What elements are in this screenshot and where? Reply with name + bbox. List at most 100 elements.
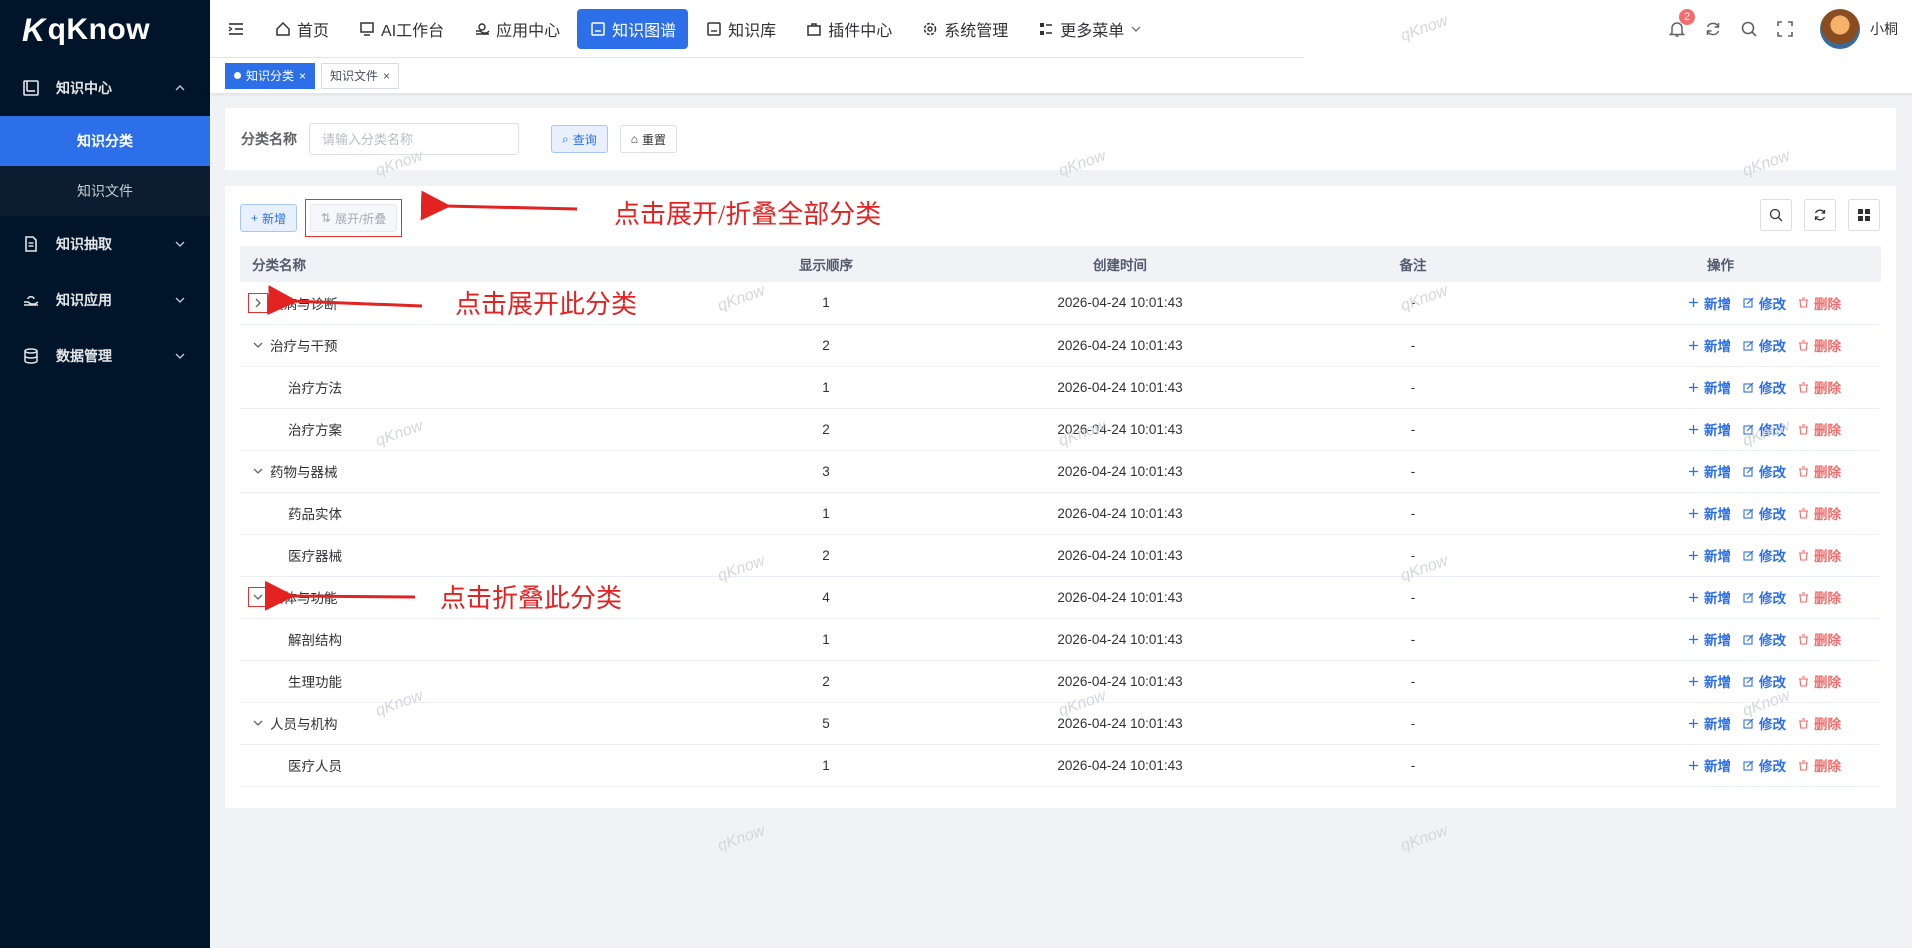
nav-tab-app-center[interactable]: 应用中心 xyxy=(461,9,572,49)
row-delete-button[interactable]: 删除 xyxy=(1798,419,1841,439)
row-delete-button[interactable]: 删除 xyxy=(1798,293,1841,313)
nav-tab-label: 首页 xyxy=(297,23,330,40)
row-edit-button[interactable]: 修改 xyxy=(1743,755,1786,775)
row-delete-button[interactable]: 删除 xyxy=(1798,587,1841,607)
cell-category-name: 生理功能 xyxy=(240,660,678,703)
row-delete-button[interactable]: 删除 xyxy=(1798,713,1841,733)
row-add-button[interactable]: 新增 xyxy=(1688,671,1731,691)
table-right-tools xyxy=(1748,199,1880,231)
add-button[interactable]: + 新增 xyxy=(240,204,298,232)
row-delete-button[interactable]: 删除 xyxy=(1798,629,1841,649)
database-icon xyxy=(20,345,42,367)
row-edit-button[interactable]: 修改 xyxy=(1743,419,1786,439)
row-edit-button[interactable]: 修改 xyxy=(1743,293,1786,313)
chevron-down-icon[interactable] xyxy=(248,335,268,355)
user-name[interactable]: 小桐 xyxy=(1870,19,1898,39)
cell-category-name: 医疗器械 xyxy=(240,534,678,577)
row-edit-button[interactable]: 修改 xyxy=(1743,377,1786,397)
nav-tab-home[interactable]: 首页 xyxy=(262,9,341,49)
refresh-table-button[interactable] xyxy=(1804,199,1836,231)
row-delete-button[interactable]: 删除 xyxy=(1798,503,1841,523)
table-panel: + 新增 ⇅ 展开/折叠 分类名称 显示顺序 创建时间 备注 操作 疾病与诊断 … xyxy=(225,186,1896,808)
row-edit-button[interactable]: 修改 xyxy=(1743,545,1786,565)
row-add-button[interactable]: 新增 xyxy=(1688,545,1731,565)
plus-icon xyxy=(1688,592,1699,603)
row-add-button[interactable]: 新增 xyxy=(1688,419,1731,439)
plus-icon xyxy=(1688,634,1699,645)
search-icon[interactable] xyxy=(1738,18,1760,40)
row-edit-button[interactable]: 修改 xyxy=(1743,461,1786,481)
plus-icon xyxy=(1688,676,1699,687)
row-add-button[interactable]: 新增 xyxy=(1688,503,1731,523)
category-name: 医疗人员 xyxy=(288,759,342,774)
row-edit-button[interactable]: 修改 xyxy=(1743,713,1786,733)
row-delete-button[interactable]: 删除 xyxy=(1798,755,1841,775)
edit-icon xyxy=(1743,760,1754,771)
row-delete-button[interactable]: 删除 xyxy=(1798,461,1841,481)
row-add-button[interactable]: 新增 xyxy=(1688,713,1731,733)
table-row: 医疗人员 1 2026-04-24 10:01:43- 新增 修改 删除 xyxy=(240,744,1881,787)
column-settings-button[interactable] xyxy=(1848,199,1880,231)
close-icon[interactable]: × xyxy=(299,69,306,83)
cell-actions: 新增 修改 删除 xyxy=(1560,660,1881,703)
nav-tab-knowledge-graph[interactable]: 知识图谱 xyxy=(577,9,689,49)
row-add-button[interactable]: 新增 xyxy=(1688,335,1731,355)
nav-tab-label: 知识图谱 xyxy=(612,23,677,40)
cell-display-order: 4 xyxy=(678,576,974,619)
row-edit-button[interactable]: 修改 xyxy=(1743,587,1786,607)
row-add-button[interactable]: 新增 xyxy=(1688,755,1731,775)
nav-tab-more-menu[interactable]: 更多菜单 xyxy=(1025,9,1154,49)
expand-collapse-button[interactable]: ⇅ 展开/折叠 xyxy=(310,204,398,232)
logo[interactable]: K qKnow xyxy=(0,0,210,60)
row-edit-button[interactable]: 修改 xyxy=(1743,335,1786,355)
sidebar-group-knowledge-application[interactable]: 知识应用 xyxy=(0,272,210,328)
reset-button[interactable]: ⌂ 重置 xyxy=(619,125,678,153)
bell-icon[interactable]: 2 xyxy=(1666,9,1695,40)
avatar[interactable] xyxy=(1820,9,1860,49)
close-icon[interactable]: × xyxy=(383,69,390,83)
nav-tab-system-management[interactable]: 系统管理 xyxy=(909,9,1020,49)
sidebar-group-knowledge-center[interactable]: 知识中心 xyxy=(0,60,210,116)
chevron-down-icon[interactable] xyxy=(248,713,268,733)
row-edit-button[interactable]: 修改 xyxy=(1743,629,1786,649)
cell-created-time: 2026-04-24 10:01:43 xyxy=(974,450,1266,493)
row-delete-button[interactable]: 删除 xyxy=(1798,671,1841,691)
sidebar-toggle-icon[interactable] xyxy=(224,17,248,41)
toggle-search-button[interactable] xyxy=(1760,199,1792,231)
chevron-right-icon[interactable] xyxy=(248,292,268,313)
row-add-button[interactable]: 新增 xyxy=(1688,587,1731,607)
nav-tab-ai-workbench[interactable]: AI工作台 xyxy=(346,9,456,49)
row-add-button[interactable]: 新增 xyxy=(1688,377,1731,397)
header-tools: 2 小桐 xyxy=(1666,0,1912,58)
tag-knowledge-category[interactable]: 知识分类 × xyxy=(225,62,316,89)
edit-icon xyxy=(1743,297,1754,308)
cell-remark: - xyxy=(1266,282,1560,325)
row-delete-button[interactable]: 删除 xyxy=(1798,545,1841,565)
row-add-button[interactable]: 新增 xyxy=(1688,293,1731,313)
query-button[interactable]: ⌕ 查询 xyxy=(551,125,608,153)
nav-tab-plugin-center[interactable]: 插件中心 xyxy=(793,9,904,49)
tag-knowledge-file[interactable]: 知识文件 × xyxy=(321,62,400,89)
row-delete-button[interactable]: 删除 xyxy=(1798,335,1841,355)
sidebar-item-knowledge-category[interactable]: 知识分类 xyxy=(0,116,210,166)
row-delete-button[interactable]: 删除 xyxy=(1798,377,1841,397)
brand-name: qKnow xyxy=(47,13,151,46)
header-created-time: 创建时间 xyxy=(974,246,1266,282)
refresh-icon[interactable] xyxy=(1702,18,1724,40)
sidebar-item-knowledge-file[interactable]: 知识文件 xyxy=(0,166,210,216)
cell-display-order: 1 xyxy=(678,282,974,325)
nav-tab-knowledge-base[interactable]: 知识库 xyxy=(693,9,788,49)
reset-icon: ⌂ xyxy=(630,132,638,146)
plus-icon xyxy=(1688,382,1699,393)
sidebar-group-data-management[interactable]: 数据管理 xyxy=(0,328,210,384)
fullscreen-icon[interactable] xyxy=(1774,18,1796,40)
category-name-input[interactable] xyxy=(309,123,519,155)
chevron-down-icon[interactable] xyxy=(248,587,268,607)
row-edit-button[interactable]: 修改 xyxy=(1743,671,1786,691)
row-add-button[interactable]: 新增 xyxy=(1688,461,1731,481)
row-edit-button[interactable]: 修改 xyxy=(1743,503,1786,523)
row-add-button[interactable]: 新增 xyxy=(1688,629,1731,649)
chevron-down-icon[interactable] xyxy=(248,461,268,481)
sidebar-group-knowledge-extraction[interactable]: 知识抽取 xyxy=(0,216,210,272)
cell-category-name: 药品实体 xyxy=(240,492,678,535)
